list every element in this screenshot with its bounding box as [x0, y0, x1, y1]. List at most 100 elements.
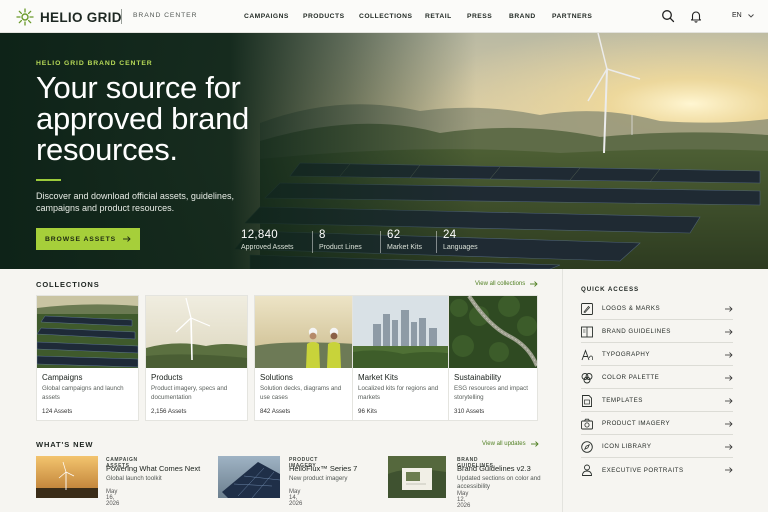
stat-label: Market Kits [387, 244, 423, 251]
nav-press[interactable]: PRESS [467, 13, 492, 20]
hero-title: Your source for approved brand resources… [36, 70, 249, 167]
quick-link-color-palette[interactable]: COLOR PALETTE [581, 367, 733, 389]
quick-link-logos-marks[interactable]: LOGOS & MARKS [581, 298, 733, 320]
stat-value: 24 [443, 229, 457, 241]
collections-heading: COLLECTIONS [36, 280, 100, 289]
news-date: May 16, 2026 [106, 489, 120, 507]
card-description: Solution decks, diagrams and use cases [260, 385, 342, 401]
stat-market-kits: 62 Market Kits [387, 229, 422, 251]
nav-collections[interactable]: COLLECTIONS [359, 13, 412, 20]
quick-link-typography[interactable]: TYPOGRAPHY [581, 344, 733, 366]
stat-languages: 24 Languages [443, 229, 478, 251]
quick-link-product-imagery[interactable]: PRODUCT IMAGERY [581, 413, 733, 435]
quick-link-label: PRODUCT IMAGERY [602, 420, 671, 427]
news-description: Updated sections on color and accessibil… [457, 475, 541, 490]
card-description: Product imagery, specs and documentation [151, 385, 228, 401]
collection-card-sustainability[interactable]: Sustainability ESG resources and impact … [448, 295, 538, 421]
card-title: Solutions [260, 373, 293, 382]
news-description: New product imagery [289, 475, 348, 482]
arrow-right-icon [725, 351, 733, 358]
nav-retail[interactable]: RETAIL [425, 13, 452, 20]
top-navigation-bar: HELIO GRID BRAND CENTER CAMPAIGNS PRODUC… [0, 0, 768, 33]
card-count: 2,156 Assets [151, 408, 187, 415]
arrow-right-icon [725, 305, 733, 312]
quick-link-executive-portraits[interactable]: EXECUTIVE PORTRAITS [581, 459, 733, 481]
arrow-right-icon [725, 374, 733, 381]
stat-value: 62 [387, 229, 401, 241]
book-icon [581, 326, 593, 337]
quick-link-label: TEMPLATES [602, 397, 643, 404]
card-description: ESG resources and impact storytelling [454, 385, 528, 401]
card-count: 124 Assets [42, 408, 73, 415]
whats-new-heading: WHAT'S NEW [36, 440, 94, 449]
stat-product-lines: 8 Product Lines [319, 229, 362, 251]
template-icon [582, 394, 592, 407]
quick-link-templates[interactable]: TEMPLATES [581, 390, 733, 412]
quick-link-label: BRAND GUIDELINES [602, 328, 671, 335]
forest-road-thumbnail [449, 296, 537, 368]
nav-campaigns[interactable]: CAMPAIGNS [244, 13, 289, 20]
arrow-right-icon [725, 443, 733, 450]
city-skyline-thumbnail [353, 296, 454, 368]
camera-icon [581, 418, 593, 429]
news-title: HelioFlux™ Series 7 [289, 464, 358, 473]
card-title: Campaigns [42, 373, 83, 382]
stat-value: 12,840 [241, 229, 278, 241]
news-date: May 12, 2026 [457, 491, 471, 509]
view-all-collections-link[interactable]: View all collections [475, 281, 538, 287]
type-icon [581, 348, 593, 360]
card-description: Global campaigns and launch assets [42, 385, 124, 401]
stat-label: Approved Assets [241, 244, 294, 251]
chevron-down-icon [747, 13, 754, 18]
quick-link-label: TYPOGRAPHY [602, 351, 650, 358]
news-title: Brand Guidelines v2.3 [457, 464, 531, 473]
collection-card-market-kits[interactable]: Market Kits Localized kits for regions a… [352, 295, 455, 421]
search-icon[interactable] [661, 9, 675, 23]
arrow-right-icon [725, 397, 733, 404]
quick-link-icon-library[interactable]: ICON LIBRARY [581, 436, 733, 458]
brand-name: HELIO GRID [40, 9, 122, 25]
quick-link-label: COLOR PALETTE [602, 374, 660, 381]
guidelines-book-thumbnail [388, 456, 446, 498]
stat-value: 8 [319, 229, 326, 241]
browse-assets-button[interactable]: BROWSE ASSETS [36, 228, 140, 250]
stat-divider [436, 231, 437, 253]
hero-description: Discover and download official assets, g… [36, 191, 234, 213]
wind-turbine-thumbnail [146, 296, 247, 368]
quick-link-label: EXECUTIVE PORTRAITS [602, 466, 684, 474]
arrow-right-icon [725, 467, 733, 473]
browse-assets-label: BROWSE ASSETS [44, 235, 117, 243]
language-code: EN [732, 12, 742, 19]
solar-field-thumbnail [37, 296, 138, 368]
card-title: Products [151, 373, 183, 382]
news-description: Global launch toolkit [106, 475, 162, 482]
nav-brand[interactable]: BRAND [509, 13, 536, 20]
card-description: Localized kits for regions and markets [358, 385, 439, 401]
quick-access-heading: QUICK ACCESS [581, 286, 640, 293]
news-date: May 14, 2026 [289, 489, 303, 507]
arrow-right-icon [530, 441, 539, 447]
solar-panel-thumbnail [218, 456, 280, 498]
brand-logo[interactable]: HELIO GRID [16, 8, 122, 26]
view-all-updates-link[interactable]: View all updates [482, 441, 539, 447]
language-selector[interactable]: EN [732, 12, 754, 19]
arrow-right-icon [725, 420, 733, 427]
sub-brand-label: BRAND CENTER [133, 12, 198, 19]
person-icon [582, 464, 592, 476]
nav-partners[interactable]: PARTNERS [552, 13, 592, 20]
bell-icon[interactable] [689, 9, 703, 23]
quick-link-brand-guidelines[interactable]: BRAND GUIDELINES [581, 321, 733, 343]
stat-divider [312, 231, 313, 253]
collection-card-campaigns[interactable]: Campaigns Global campaigns and launch as… [36, 295, 139, 421]
nav-products[interactable]: PRODUCTS [303, 13, 345, 20]
collection-card-solutions[interactable]: Solutions Solution decks, diagrams and u… [254, 295, 357, 421]
view-all-collections-label: View all collections [475, 281, 526, 287]
card-count: 842 Assets [260, 408, 291, 415]
card-title: Market Kits [358, 373, 399, 382]
hero-eyebrow: HELIO GRID BRAND CENTER [36, 60, 153, 67]
collection-card-products[interactable]: Products Product imagery, specs and docu… [145, 295, 248, 421]
hero-accent-rule [36, 179, 61, 181]
sun-logo-icon [16, 8, 34, 26]
arrow-right-icon [123, 236, 131, 242]
stat-approved-assets: 12,840 Approved Assets [241, 229, 294, 251]
